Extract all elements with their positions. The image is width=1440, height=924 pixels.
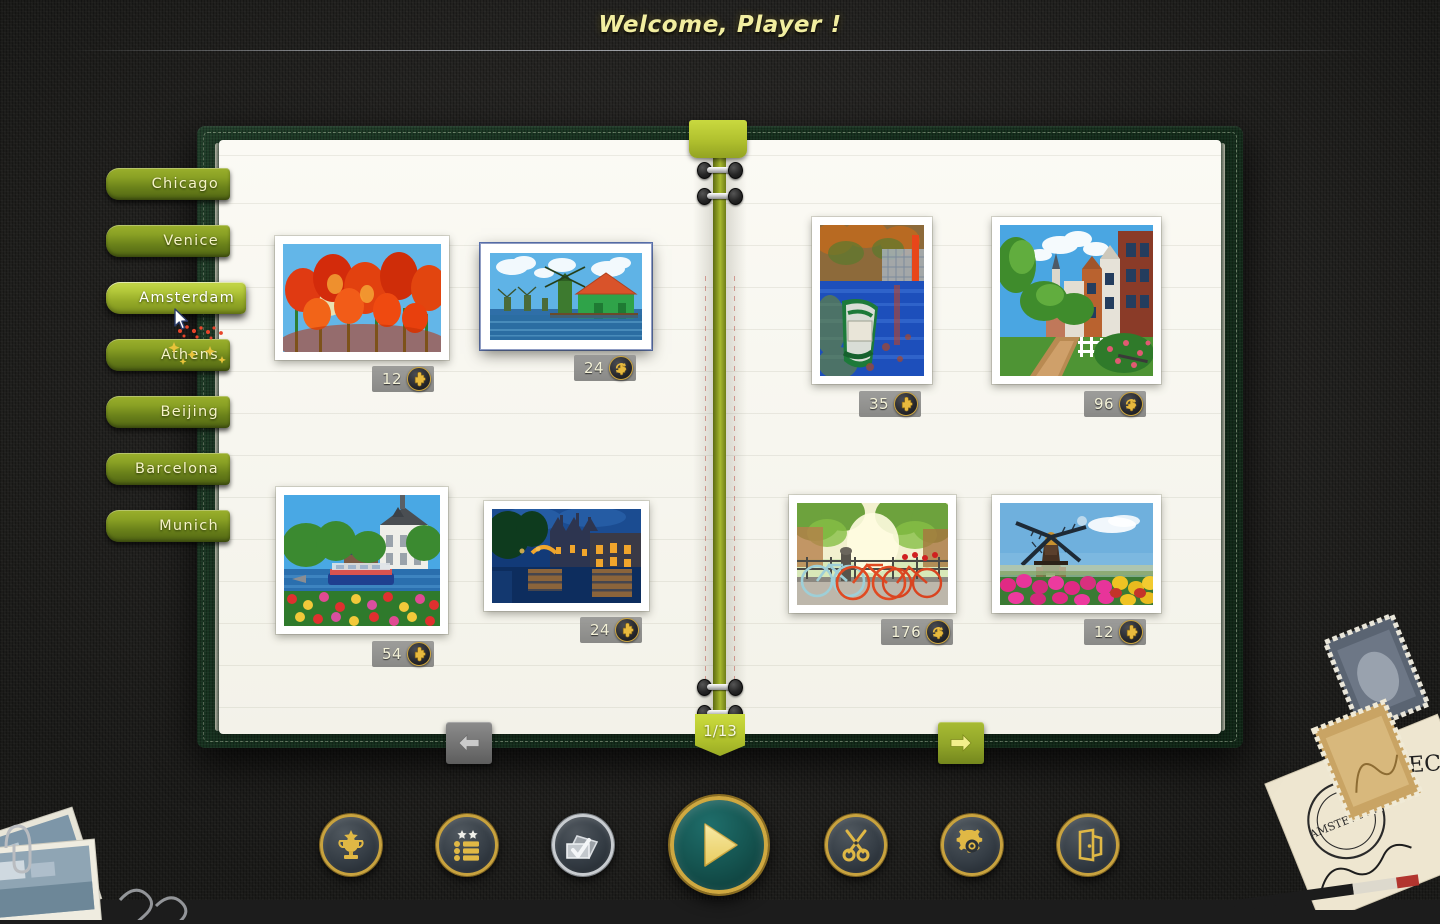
star-list-icon bbox=[454, 830, 479, 861]
exit-button[interactable] bbox=[1057, 814, 1119, 876]
puzzle-piece-icon bbox=[615, 618, 640, 642]
puzzle-piece-rotation-icon bbox=[1119, 392, 1144, 416]
thumbnail-frame[interactable] bbox=[275, 236, 449, 360]
achievements-button[interactable] bbox=[320, 814, 382, 876]
sidebar-item-amsterdam[interactable]: Amsterdam bbox=[106, 282, 246, 365]
thumbnail-image bbox=[820, 225, 924, 376]
puzzle-piece-icon bbox=[407, 642, 432, 666]
thumbnail-image bbox=[492, 509, 641, 603]
thumbnail-frame[interactable] bbox=[992, 217, 1161, 384]
thumbnail-frame[interactable] bbox=[276, 487, 448, 634]
options-button[interactable] bbox=[941, 814, 1003, 876]
thumbnail-image bbox=[284, 495, 440, 626]
piece-count-badge: 24 bbox=[580, 617, 643, 643]
piece-count-badge: 24 bbox=[574, 355, 637, 381]
piece-count: 12 bbox=[382, 370, 403, 388]
sidebar-item-label: Beijing bbox=[160, 404, 219, 420]
puzzle-album-book: 12 24 35 96 54 24 176 12 bbox=[197, 120, 1243, 750]
my-photos-button[interactable] bbox=[552, 814, 614, 876]
album-page-left bbox=[219, 140, 720, 734]
header-bar: Welcome, Player ! bbox=[0, 0, 1440, 56]
sidebar-item-label: Barcelona bbox=[134, 461, 219, 477]
sidebar-item-venice[interactable]: Venice bbox=[106, 225, 230, 257]
piece-count: 24 bbox=[590, 621, 611, 639]
piece-count: 35 bbox=[869, 395, 890, 413]
puzzle-thumbnail[interactable]: 176 bbox=[789, 495, 956, 645]
sidebar-item-label: Amsterdam bbox=[139, 290, 235, 306]
thumbnail-frame[interactable] bbox=[992, 495, 1161, 613]
sidebar-item-munich[interactable]: Munich bbox=[106, 510, 230, 542]
page-title: Welcome, Player ! bbox=[598, 12, 842, 38]
puzzle-thumbnail[interactable]: 54 bbox=[276, 487, 448, 667]
bookmark-ribbon bbox=[713, 120, 726, 750]
main-toolbar bbox=[0, 796, 1440, 900]
sidebar-item-label: Munich bbox=[159, 518, 219, 534]
piece-count: 12 bbox=[1094, 623, 1115, 641]
puzzle-piece-icon bbox=[407, 367, 432, 391]
city-sidebar[interactable]: Chicago Venice Amsterdam Beijing Barcelo… bbox=[106, 168, 256, 567]
sidebar-item-label: Venice bbox=[163, 233, 219, 249]
sidebar-item-barcelona[interactable]: Barcelona bbox=[106, 453, 230, 485]
puzzle-thumbnail-selected[interactable]: 24 bbox=[480, 243, 652, 381]
arrow-left-icon bbox=[458, 734, 480, 752]
bookmark-ribbon-top bbox=[689, 120, 747, 158]
piece-count-badge: 96 bbox=[1084, 391, 1147, 417]
page-ruled-lines bbox=[219, 140, 720, 734]
thumbnail-image bbox=[797, 503, 948, 605]
puzzle-thumbnail[interactable]: 35 bbox=[812, 217, 932, 417]
exit-door-icon bbox=[1078, 828, 1103, 862]
next-page-button[interactable] bbox=[938, 722, 984, 764]
trophy-icon bbox=[338, 830, 364, 859]
puzzle-thumbnail[interactable]: 24 bbox=[484, 501, 649, 643]
thumbnail-image bbox=[283, 244, 441, 352]
puzzle-piece-icon bbox=[894, 392, 919, 416]
puzzle-piece-rotation-icon bbox=[926, 620, 951, 644]
binding-clasp bbox=[697, 679, 743, 697]
piece-count-badge: 176 bbox=[881, 619, 954, 645]
scissors-icon bbox=[842, 829, 870, 862]
photo-check-icon bbox=[566, 835, 599, 859]
thumbnail-image bbox=[490, 253, 642, 340]
thumbnail-frame[interactable] bbox=[789, 495, 956, 613]
piece-count-badge: 35 bbox=[859, 391, 922, 417]
high-scores-button[interactable] bbox=[436, 814, 498, 876]
thumbnail-frame[interactable] bbox=[484, 501, 649, 611]
spine-dash-left bbox=[705, 276, 706, 696]
custom-cut-button[interactable] bbox=[825, 814, 887, 876]
puzzle-thumbnail[interactable]: 12 bbox=[992, 495, 1161, 645]
arrow-right-icon bbox=[950, 734, 972, 752]
play-button[interactable] bbox=[670, 796, 768, 894]
piece-count-badge: 12 bbox=[1084, 619, 1147, 645]
play-icon bbox=[704, 823, 738, 867]
piece-count: 24 bbox=[584, 359, 605, 377]
thumbnail-image bbox=[1000, 503, 1153, 605]
puzzle-piece-icon bbox=[1119, 620, 1144, 644]
page-indicator-text: 1/13 bbox=[703, 722, 737, 740]
thumbnail-frame[interactable] bbox=[812, 217, 932, 384]
piece-count: 54 bbox=[382, 645, 403, 663]
piece-count-badge: 12 bbox=[372, 366, 435, 392]
sidebar-item-beijing[interactable]: Beijing bbox=[106, 396, 230, 428]
puzzle-thumbnail[interactable]: 96 bbox=[992, 217, 1161, 417]
puzzle-thumbnail[interactable]: 12 bbox=[275, 236, 449, 392]
binding-clasp bbox=[697, 188, 743, 206]
gear-icon bbox=[956, 829, 983, 853]
previous-page-button[interactable] bbox=[446, 722, 492, 764]
spine-dash-right bbox=[734, 276, 735, 696]
piece-count: 176 bbox=[891, 623, 922, 641]
thumbnail-frame[interactable] bbox=[480, 243, 652, 350]
header-divider bbox=[70, 50, 1370, 51]
sidebar-item-chicago[interactable]: Chicago bbox=[106, 168, 230, 200]
thumbnail-image bbox=[1000, 225, 1153, 376]
puzzle-piece-rotation-icon bbox=[609, 356, 634, 380]
piece-count: 96 bbox=[1094, 395, 1115, 413]
piece-count-badge: 54 bbox=[372, 641, 435, 667]
sparkle-effect-icon bbox=[166, 322, 236, 367]
binding-clasp bbox=[697, 162, 743, 180]
sidebar-item-label: Chicago bbox=[151, 176, 219, 192]
book-spine bbox=[689, 120, 747, 750]
